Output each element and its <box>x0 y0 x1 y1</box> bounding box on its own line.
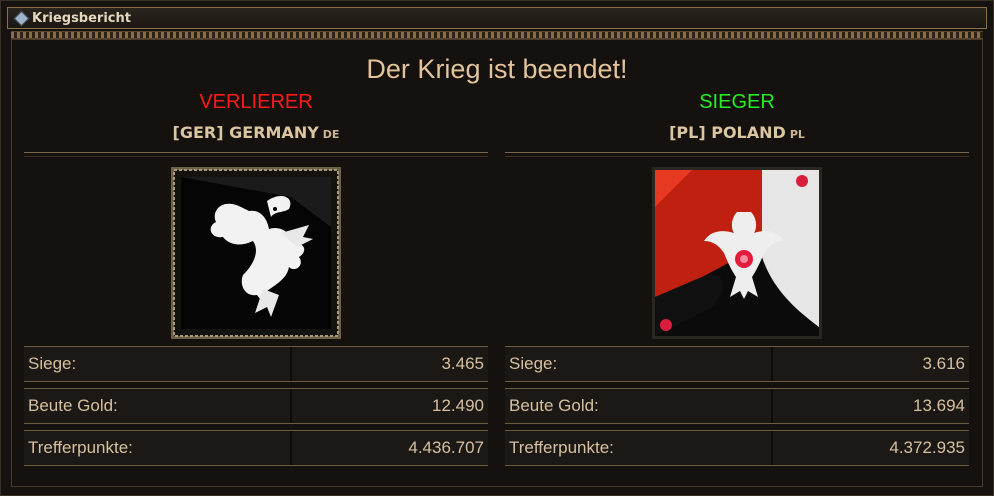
stat-row: Trefferpunkte: 4.372.935 <box>505 430 969 466</box>
loser-nation-title: [GER] GERMANY <box>172 123 319 142</box>
stat-value: 13.694 <box>913 396 965 415</box>
loser-column: VERLIERER [GER] GERMANY DE <box>24 88 488 339</box>
winner-stats: Siege: 3.616 Beute Gold: 13.694 Trefferp… <box>505 346 969 472</box>
stat-value: 12.490 <box>432 396 484 415</box>
winner-nation-code: PL <box>789 128 805 141</box>
loser-status-label: VERLIERER <box>199 91 313 113</box>
winner-divider <box>505 152 969 157</box>
stat-value: 3.616 <box>922 354 965 373</box>
window-diamond-icon <box>13 10 30 27</box>
stat-value: 3.465 <box>441 354 484 373</box>
window-titlebar[interactable]: Kriegsbericht <box>7 7 987 29</box>
stat-row: Trefferpunkte: 4.436.707 <box>24 430 488 466</box>
stat-value: 4.436.707 <box>408 438 484 457</box>
war-ended-heading: Der Krieg ist beendet! <box>366 54 628 84</box>
stat-value: 4.372.935 <box>889 438 965 457</box>
poland-eagle-flag-icon <box>652 167 822 339</box>
stat-row: Siege: 3.465 <box>24 346 488 382</box>
stat-row: Beute Gold: 12.490 <box>24 388 488 424</box>
loser-divider <box>24 152 488 157</box>
loser-stats: Siege: 3.465 Beute Gold: 12.490 Trefferp… <box>24 346 488 472</box>
stat-label: Siege: <box>24 347 292 381</box>
stat-row: Siege: 3.616 <box>505 346 969 382</box>
window-title: Kriegsbericht <box>32 11 131 26</box>
stat-label: Beute Gold: <box>24 389 292 423</box>
winner-column: SIEGER [PL] POLAND PL <box>505 88 969 339</box>
germany-griffin-flag-icon <box>171 167 341 339</box>
stat-label: Trefferpunkte: <box>505 431 773 465</box>
winner-nation-name: [PL] POLAND PL <box>505 122 969 144</box>
winner-nation-title: [PL] POLAND <box>669 123 786 142</box>
winner-status-label: SIEGER <box>699 91 775 113</box>
loser-nation-code: DE <box>322 128 340 141</box>
stat-label: Siege: <box>505 347 773 381</box>
ornament-border <box>11 31 983 39</box>
stat-label: Beute Gold: <box>505 389 773 423</box>
loser-nation-name: [GER] GERMANY DE <box>24 122 488 144</box>
stat-row: Beute Gold: 13.694 <box>505 388 969 424</box>
stat-label: Trefferpunkte: <box>24 431 292 465</box>
